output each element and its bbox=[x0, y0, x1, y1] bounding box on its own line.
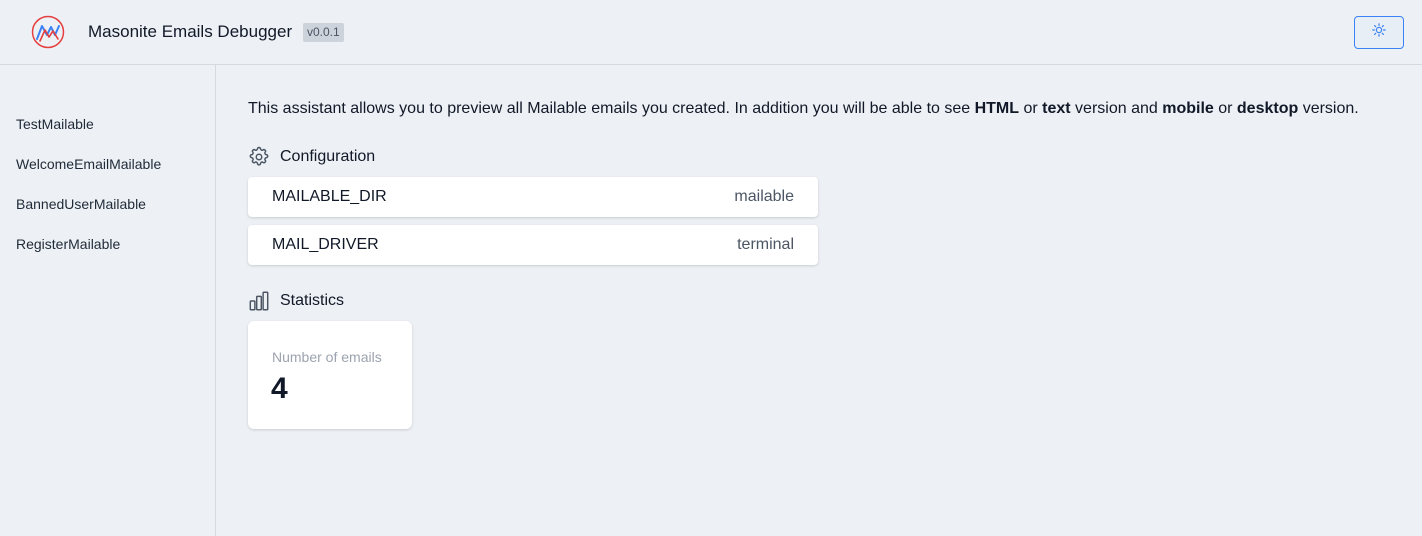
version-badge: v0.0.1 bbox=[303, 23, 344, 42]
configuration-heading: Configuration bbox=[248, 146, 375, 168]
stat-label: Number of emails bbox=[272, 349, 382, 365]
stat-value: 4 bbox=[271, 372, 288, 405]
top-header: Masonite Emails Debugger v0.0.1 bbox=[0, 0, 1422, 65]
intro-text-version: text bbox=[1042, 100, 1071, 117]
gear-icon bbox=[248, 146, 272, 168]
app-root: Masonite Emails Debugger v0.0.1 TestMail… bbox=[0, 0, 1422, 536]
config-value: mailable bbox=[734, 188, 794, 205]
bar-chart-icon bbox=[248, 290, 272, 312]
intro-desktop: desktop bbox=[1236, 100, 1299, 117]
config-key: MAILABLE_DIR bbox=[272, 188, 387, 205]
intro-mobile: mobile bbox=[1162, 100, 1214, 117]
config-value: terminal bbox=[737, 236, 794, 253]
sidebar-item-banneduserumailable[interactable]: BannedUserMailable bbox=[16, 194, 146, 214]
statistics-title: Statistics bbox=[280, 292, 345, 309]
intro-text: This assistant allows you to preview all… bbox=[248, 100, 1359, 117]
sidebar: TestMailable WelcomeEmailMailable Banned… bbox=[0, 65, 216, 536]
config-row-mail-driver: MAIL_DRIVER terminal bbox=[248, 225, 818, 265]
intro-html: HTML bbox=[974, 100, 1020, 117]
configuration-title: Configuration bbox=[280, 148, 376, 165]
sidebar-item-testmailable[interactable]: TestMailable bbox=[16, 114, 94, 134]
stat-card-number-of-emails: Number of emails 4 bbox=[248, 321, 412, 429]
config-row-mailable-dir: MAILABLE_DIR mailable bbox=[248, 177, 818, 217]
config-key: MAIL_DRIVER bbox=[272, 236, 379, 253]
sidebar-item-registermailable[interactable]: RegisterMailable bbox=[16, 234, 120, 254]
app-title: Masonite Emails Debugger bbox=[88, 22, 293, 41]
theme-toggle-button[interactable] bbox=[1354, 16, 1404, 49]
masonite-logo-icon[interactable] bbox=[31, 15, 65, 49]
sidebar-item-welcomeemailmailable[interactable]: WelcomeEmailMailable bbox=[16, 154, 161, 174]
sun-icon bbox=[1372, 23, 1386, 42]
statistics-heading: Statistics bbox=[248, 290, 344, 312]
